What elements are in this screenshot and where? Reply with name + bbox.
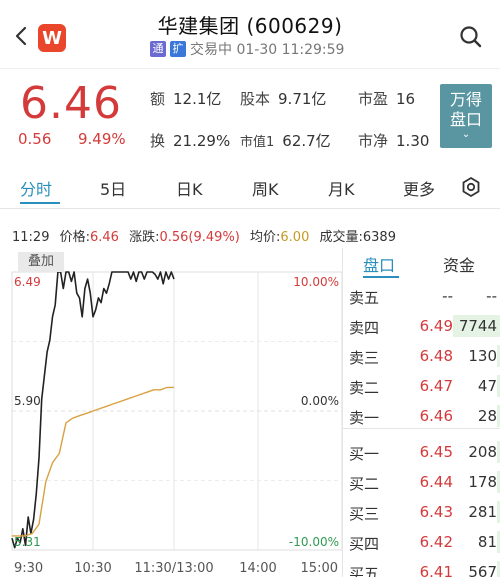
y-axis-tick-label: 6.49: [14, 275, 41, 289]
ask-row[interactable]: 卖三 6.48 130: [343, 341, 500, 371]
trading-status: 交易中 01-30 11:29:59: [190, 42, 345, 58]
x-axis-tick-label: 15:00: [301, 561, 338, 576]
book-level-label: 卖三: [349, 349, 380, 367]
ask-row[interactable]: 卖四 6.49 7744: [343, 311, 500, 341]
book-price: 6.41: [419, 563, 453, 577]
x-axis-tick-label: 9:30: [14, 561, 43, 576]
x-axis-tick-label: 14:00: [239, 561, 276, 576]
book-volume: 178: [468, 473, 497, 491]
ask-row[interactable]: 卖一 6.46 28: [343, 401, 500, 431]
book-volume: 28: [477, 407, 497, 425]
y-axis-tick-label: 5.90: [14, 394, 41, 408]
book-level-label: 卖一: [349, 409, 380, 427]
y-axis-pct-label: 10.00%: [293, 275, 339, 289]
book-volume: 567: [468, 563, 497, 577]
ask-row[interactable]: 卖二 6.47 47: [343, 371, 500, 401]
book-level-label: 卖二: [349, 379, 380, 397]
book-volume: 7744: [458, 317, 497, 335]
x-axis-tick-label: 11:30/13:00: [134, 561, 213, 576]
pb-field: 市净 1.30: [358, 132, 430, 150]
book-level-label: 买五: [349, 565, 380, 577]
active-tab-indicator: [20, 202, 60, 204]
bid-row[interactable]: 买四 6.42 81: [343, 527, 500, 557]
book-volume: 281: [468, 503, 497, 521]
tab-monthly-k[interactable]: 月K: [328, 176, 355, 200]
book-level-label: 买一: [349, 445, 380, 463]
bid-row[interactable]: 买三 6.43 281: [343, 497, 500, 527]
y-axis-pct-label: -10.00%: [289, 535, 339, 549]
chevron-down-icon: ⌄: [461, 129, 471, 140]
y-axis-tick-label: 5.31: [14, 535, 41, 549]
tab-weekly-k[interactable]: 周K: [252, 176, 279, 200]
tab-intraday[interactable]: 分时: [20, 176, 52, 200]
book-level-label: 买三: [349, 505, 380, 523]
overlay-button[interactable]: 叠加: [18, 252, 64, 272]
pe-field: 市盈 16: [358, 90, 416, 108]
book-price: 6.45: [419, 443, 453, 461]
last-price: 6.46: [20, 78, 122, 129]
book-level-label: 卖四: [349, 319, 380, 337]
status-line: 通 扩 交易中 01-30 11:29:59: [150, 40, 344, 58]
bid-row[interactable]: 买一 6.45 208: [343, 437, 500, 467]
period-tabs: 分时 5日 日K 周K 月K 更多: [0, 168, 500, 208]
stock-title: 华建集团 (600629): [157, 14, 343, 38]
search-icon[interactable]: [458, 24, 484, 50]
price-change-pct: 9.49%: [78, 130, 126, 148]
mktcap-field: 市值1 62.7亿: [240, 132, 331, 150]
book-volume: 81: [477, 533, 497, 551]
turnover-field: 换 21.29%: [150, 132, 231, 150]
divider: [0, 208, 500, 209]
active-tab-indicator: [363, 276, 399, 278]
book-price: --: [442, 287, 453, 305]
bid-row[interactable]: 买五 6.41 567: [343, 557, 500, 577]
tab-order-book[interactable]: 盘口: [363, 252, 395, 276]
book-price: 6.42: [419, 533, 453, 551]
book-level-label: 买四: [349, 535, 380, 553]
header: W 华建集团 (600629) 通 扩 交易中 01-30 11:29:59: [0, 0, 500, 68]
tab-5day[interactable]: 5日: [100, 176, 126, 200]
book-volume: 47: [477, 377, 497, 395]
book-volume: 208: [468, 443, 497, 461]
book-volume: --: [486, 287, 497, 305]
x-axis-tick-label: 10:30: [74, 561, 111, 576]
divider: [343, 428, 500, 429]
book-price: 6.46: [419, 407, 453, 425]
tong-badge: 通: [150, 41, 166, 57]
order-book: 盘口 资金 卖五 -- -- 卖四 6.49 7744 卖三 6.48 130 卖二 6.47 47 卖…: [342, 248, 500, 577]
price-change: 0.56: [18, 130, 52, 148]
y-axis-pct-label: 0.00%: [301, 394, 339, 408]
kuo-badge: 扩: [170, 41, 186, 57]
tab-capital-flow[interactable]: 资金: [443, 252, 475, 276]
book-volume: 130: [468, 347, 497, 365]
wande-panel-button[interactable]: 万得 盘口 ⌄: [440, 84, 492, 148]
book-price: 6.47: [419, 377, 453, 395]
intraday-chart-svg: 6.49 5.90 5.31 10.00% 0.00% -10.00% 9:30 10:30 1…: [11, 271, 343, 576]
book-price: 6.44: [419, 473, 453, 491]
ask-row[interactable]: 卖五 -- --: [343, 281, 500, 311]
crosshair-info: 11:29 价格:6.46 涨跌:0.56(9.49%) 均价:6.00 成交量…: [12, 230, 396, 245]
book-price: 6.43: [419, 503, 453, 521]
amount-field: 额 12.1亿: [150, 90, 222, 108]
tab-more[interactable]: 更多: [403, 176, 435, 200]
settings-gear-icon[interactable]: [460, 176, 482, 198]
shares-field: 股本 9.71亿: [240, 90, 327, 108]
book-price: 6.49: [419, 317, 453, 335]
book-level-label: 买二: [349, 475, 380, 493]
tab-daily-k[interactable]: 日K: [176, 176, 203, 200]
intraday-chart[interactable]: 6.49 5.90 5.31 10.00% 0.00% -10.00% 9:30 10:30 1…: [0, 246, 345, 577]
book-price: 6.48: [419, 347, 453, 365]
bid-row[interactable]: 买二 6.44 178: [343, 467, 500, 497]
book-level-label: 卖五: [349, 289, 380, 307]
divider: [0, 68, 500, 69]
